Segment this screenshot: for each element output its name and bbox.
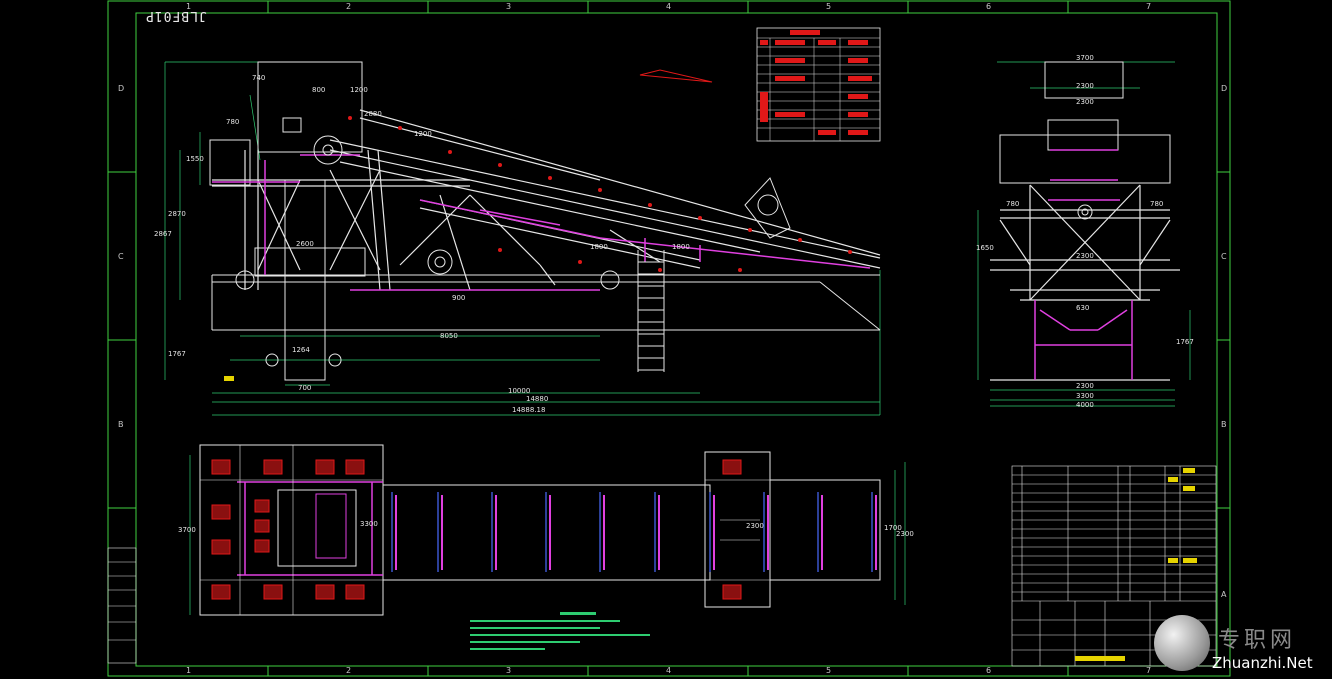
dim-label: 1800 [672, 243, 690, 251]
dim-label: 14880 [526, 395, 549, 403]
col-mark: 3 [506, 666, 512, 675]
col-mark: 1 [186, 2, 192, 11]
plan-view [189, 444, 906, 616]
cad-drawing [107, 0, 1231, 677]
dim-label: 3300 [1076, 392, 1094, 400]
dim-label: 8050 [440, 332, 458, 340]
col-mark: 4 [666, 666, 672, 675]
col-mark: 2 [346, 666, 352, 675]
dim-label: 2300 [896, 530, 914, 538]
dim-label: 2867 [154, 230, 172, 238]
dim-label: 2870 [168, 210, 186, 218]
col-mark: 6 [986, 2, 992, 11]
dim-label: 2300 [1076, 252, 1094, 260]
spec-table [756, 27, 881, 142]
dim-label: 800 [312, 86, 326, 94]
row-mark: C [1221, 252, 1227, 261]
dim-label: 780 [226, 118, 240, 126]
col-mark: 7 [1146, 666, 1152, 675]
dim-label: 740 [252, 74, 266, 82]
row-mark: B [1221, 420, 1227, 429]
watermark-logo [1154, 615, 1210, 671]
dim-label: 2300 [1076, 98, 1094, 106]
col-mark: 7 [1146, 2, 1152, 11]
col-mark: 2 [346, 2, 352, 11]
dim-label: 3700 [1076, 54, 1094, 62]
dim-label: 1767 [1176, 338, 1194, 346]
dim-label: 900 [452, 294, 466, 302]
col-mark: 5 [826, 2, 832, 11]
dim-label: 2300 [1076, 82, 1094, 90]
inner-frame [135, 12, 1218, 667]
drawing-code: JLBF01P [145, 8, 207, 23]
dim-label: 1200 [350, 86, 368, 94]
row-mark: D [118, 84, 125, 93]
end-elevation [977, 61, 1191, 407]
dim-label: 2600 [296, 240, 314, 248]
watermark-text: 专职网 [1218, 628, 1297, 653]
dim-label: 1264 [292, 346, 310, 354]
row-mark: D [1221, 84, 1228, 93]
dim-label: 1800 [590, 243, 608, 251]
col-mark: 6 [986, 666, 992, 675]
col-mark: 5 [826, 666, 832, 675]
row-mark: B [118, 420, 124, 429]
dim-label: 2300 [746, 522, 764, 530]
dim-label: 630 [1076, 304, 1090, 312]
dim-label: 780 [1150, 200, 1164, 208]
dim-label: 4000 [1076, 401, 1094, 409]
col-mark: 3 [506, 2, 512, 11]
tech-notes [470, 612, 650, 650]
dim-label: 2300 [1076, 382, 1094, 390]
col-mark: 1 [186, 666, 192, 675]
dim-label: 1650 [976, 244, 994, 252]
row-mark: A [1221, 590, 1227, 599]
dim-label: 3700 [178, 526, 196, 534]
dim-label: 1767 [168, 350, 186, 358]
dim-label: 1200 [414, 130, 432, 138]
dim-label: 10000 [508, 387, 531, 395]
dim-label: 1550 [186, 155, 204, 163]
col-mark: 4 [666, 2, 672, 11]
dim-label: 700 [298, 384, 312, 392]
dim-label: 780 [1006, 200, 1020, 208]
row-mark: C [118, 252, 124, 261]
left-stamp [107, 547, 137, 664]
dim-label: 3300 [360, 520, 378, 528]
dim-label: 14888.18 [512, 406, 546, 414]
side-elevation [164, 61, 881, 416]
dim-label: 2880 [364, 110, 382, 118]
watermark-url: Zhuanzhi.Net [1212, 654, 1313, 672]
